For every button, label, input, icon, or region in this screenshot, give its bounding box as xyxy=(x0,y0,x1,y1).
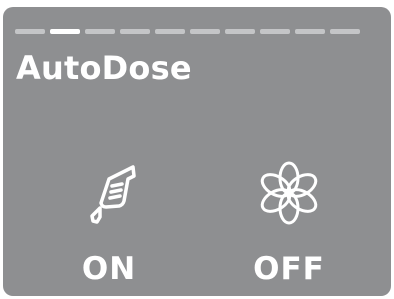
progress-segment xyxy=(155,29,185,34)
off-label: OFF xyxy=(253,251,325,287)
progress-segment xyxy=(190,29,220,34)
progress-segment xyxy=(225,29,255,34)
autodose-screen: AutoDose ON OFF xyxy=(3,7,391,296)
progress-segment xyxy=(15,29,45,34)
step-progress-indicator xyxy=(15,29,360,34)
flower-icon xyxy=(219,157,359,229)
on-label: ON xyxy=(81,251,137,287)
progress-segment xyxy=(295,29,325,34)
progress-segment-current xyxy=(50,29,80,34)
progress-segment xyxy=(85,29,115,34)
progress-segment xyxy=(330,29,360,34)
dose-cup-icon xyxy=(39,157,179,229)
screen-title: AutoDose xyxy=(16,49,192,87)
autodose-off-option[interactable]: OFF xyxy=(219,157,359,287)
progress-segment xyxy=(120,29,150,34)
autodose-on-option[interactable]: ON xyxy=(39,157,179,287)
progress-segment xyxy=(260,29,290,34)
